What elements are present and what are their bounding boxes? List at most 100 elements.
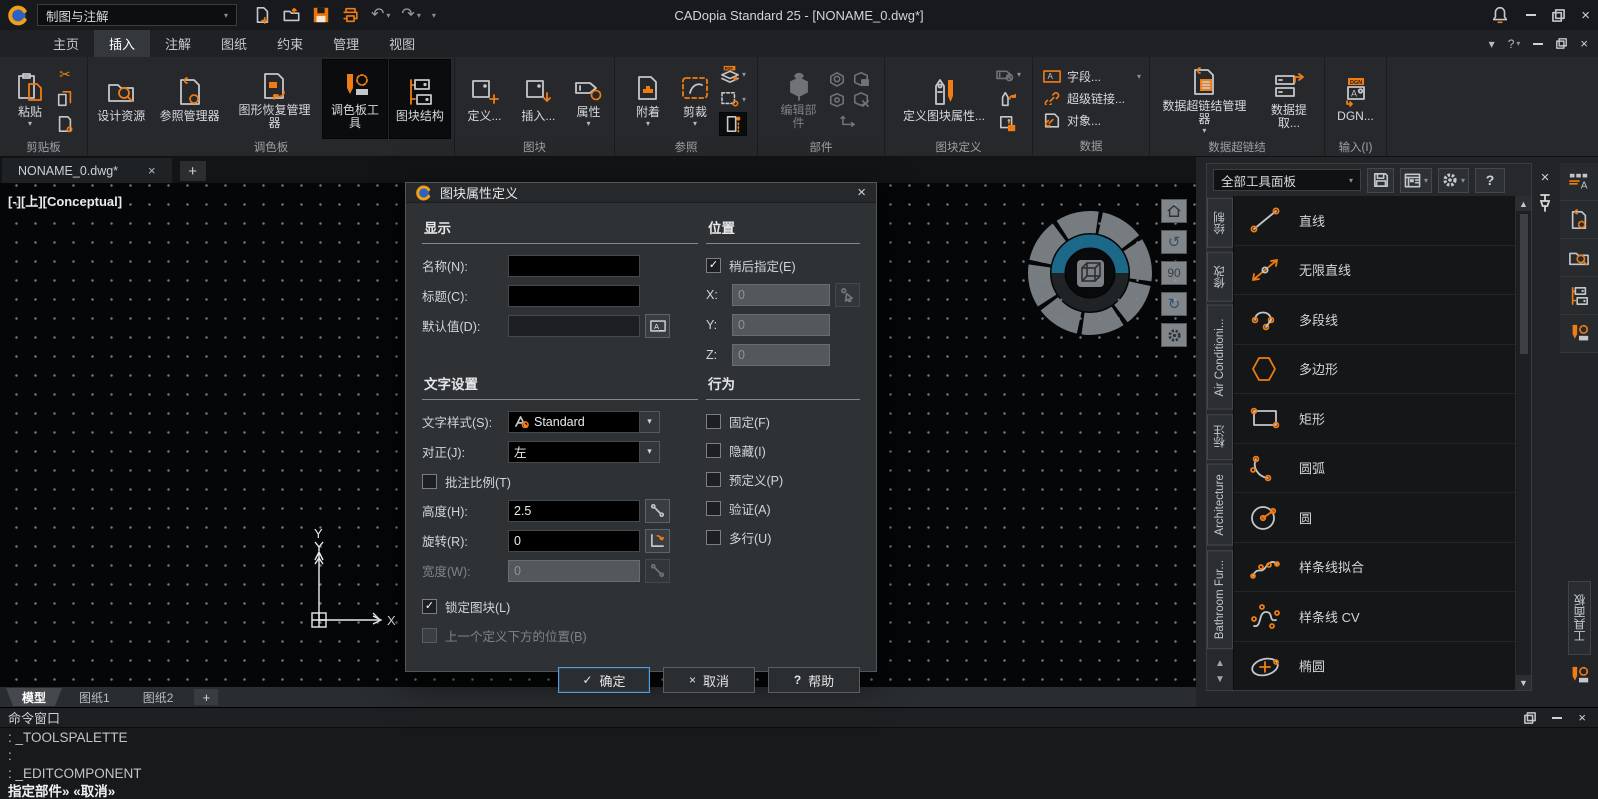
palette-close-button[interactable]: × — [1541, 170, 1550, 185]
minimize-button[interactable] — [1526, 14, 1536, 16]
palette-tab-dimension[interactable]: 标注 — [1207, 414, 1233, 460]
height-input[interactable]: 2.5 — [508, 500, 640, 522]
tool-item-spline-cv[interactable]: 样条线 CV — [1234, 592, 1515, 642]
palette-view-button[interactable]: ▾ — [1400, 168, 1432, 193]
document-tab-close-icon[interactable]: × — [148, 164, 156, 177]
component-hexbox-icon[interactable] — [828, 71, 846, 87]
attribute-display-button[interactable]: ▾ — [995, 63, 1021, 85]
tool-item-rectangle[interactable]: 矩形 — [1234, 394, 1515, 444]
component-clock-box-icon[interactable] — [852, 71, 870, 87]
rotate-cw-button[interactable]: ↻ — [1161, 292, 1187, 316]
field-button[interactable]: A 字段... ▾ — [1043, 68, 1145, 85]
scrollbar-thumb[interactable] — [1520, 214, 1528, 354]
navigation-wheel[interactable] — [1027, 210, 1153, 336]
cmd-minimize-button[interactable] — [1552, 717, 1562, 719]
sheet-tab-model[interactable]: 模型 — [6, 688, 62, 706]
pin-icon[interactable] — [1538, 194, 1552, 212]
pdf-layers-button[interactable]: PDF ▾ — [720, 63, 746, 85]
hyperlink-button[interactable]: 超级链接... — [1043, 90, 1145, 107]
attach-button[interactable]: 附着 ▾ — [626, 60, 670, 138]
restore-button[interactable] — [1552, 9, 1565, 22]
pick-height-button[interactable] — [645, 499, 670, 523]
define-block-button[interactable]: 定义... — [459, 60, 510, 138]
drawing-recovery-button[interactable]: 图形恢复管理器 — [229, 60, 320, 138]
hidden-checkbox[interactable] — [706, 443, 721, 458]
text-style-dropdown[interactable]: Standard ▾ — [508, 411, 660, 433]
fixed-checkbox-row[interactable]: 固定(F) — [706, 410, 860, 433]
clip-button[interactable]: 剪裁 ▾ — [673, 60, 717, 138]
validate-checkbox[interactable] — [706, 501, 721, 516]
reference-manager-launcher-button[interactable] — [1560, 201, 1598, 239]
multiline-checkbox-row[interactable]: 多行(U) — [706, 526, 860, 549]
rotation-input[interactable]: 0 — [508, 530, 640, 552]
component-delete-icon[interactable] — [852, 92, 870, 108]
save-button[interactable] — [312, 6, 330, 24]
predefined-checkbox[interactable] — [706, 472, 721, 487]
copy-button[interactable] — [53, 88, 77, 110]
tool-item-circle[interactable]: 圆 — [1234, 493, 1515, 543]
palette-tools-bottom-button[interactable] — [1560, 661, 1598, 691]
tab-view[interactable]: 视图 — [374, 30, 430, 57]
block-structure-button[interactable]: 图块结构 — [390, 60, 450, 138]
palette-tab-bathroom[interactable]: Bathroom Fur... — [1207, 550, 1233, 649]
design-resources-launcher-button[interactable] — [1560, 239, 1598, 277]
palette-settings-button[interactable]: ▾ — [1438, 168, 1469, 193]
tab-sheet[interactable]: 图纸 — [206, 30, 262, 57]
chevron-down-icon[interactable]: ▾ — [640, 411, 660, 433]
help-button[interactable]: ? 帮助 — [768, 667, 860, 693]
scroll-up-icon[interactable]: ▲ — [1215, 658, 1225, 669]
attributes-button[interactable]: 属性 ▾ — [567, 60, 610, 138]
tool-panel-collapsed-tab[interactable]: 工具面板 — [1568, 581, 1591, 655]
cut-button[interactable]: ✂ — [53, 63, 77, 85]
tab-home[interactable]: 主页 — [38, 30, 94, 57]
command-prompt[interactable]: 指定部件» «取消» — [8, 783, 1590, 799]
insert-field-button[interactable]: A_ — [645, 314, 670, 338]
caption-input[interactable] — [508, 285, 640, 307]
clip-frame-button[interactable]: ▾ — [720, 88, 746, 110]
command-history[interactable]: : _TOOLSPALETTE : : _EDITCOMPONENT 指定部件»… — [0, 728, 1598, 799]
redo-button[interactable]: ↷ ▾ — [401, 7, 420, 23]
open-file-button[interactable] — [282, 6, 301, 24]
name-input[interactable] — [508, 255, 640, 277]
tool-palettes-launcher-button[interactable]: A — [1560, 163, 1598, 201]
palette-help-button[interactable]: ? — [1475, 168, 1505, 193]
palette-tab-architecture[interactable]: Architecture — [1207, 464, 1233, 546]
tool-item-infinite-line[interactable]: 无限直线 — [1234, 246, 1515, 296]
cancel-button[interactable]: × 取消 — [663, 667, 755, 693]
paste-button[interactable]: 粘贴 ▾ — [10, 60, 50, 138]
ok-button[interactable]: ✓ 确定 — [558, 667, 650, 693]
component-inner-box-icon[interactable] — [828, 92, 846, 108]
tab-manage[interactable]: 管理 — [318, 30, 374, 57]
rotate-ccw-button[interactable]: ↺ — [1161, 230, 1187, 254]
lock-block-checkbox-row[interactable]: ✓ 锁定图块(L) — [422, 595, 860, 618]
new-document-tab-button[interactable]: + — [180, 161, 206, 181]
palette-tab-modify[interactable]: 修改 — [1207, 252, 1233, 302]
tool-item-line[interactable]: 直线 — [1234, 196, 1515, 246]
annotative-checkbox-row[interactable]: 批注比例(T) — [422, 470, 698, 493]
data-extract-button[interactable]: 数据提取... — [1258, 60, 1320, 138]
object-link-button[interactable]: 对象... — [1043, 112, 1145, 129]
palette-tab-air-conditioning[interactable]: Air Conditioni... — [1207, 305, 1233, 410]
new-file-button[interactable] — [253, 6, 271, 24]
collapse-ribbon-button[interactable]: ▾ — [1489, 37, 1495, 51]
attribute-schedule-button[interactable] — [995, 113, 1021, 135]
define-block-attributes-button[interactable]: 定义图块属性... — [896, 60, 992, 138]
document-tab[interactable]: NONAME_0.dwg* × — [2, 158, 172, 183]
viewport-controls-label[interactable]: [-][上][Conceptual] — [8, 191, 122, 210]
print-button[interactable] — [341, 6, 360, 24]
reference-manager-button[interactable]: 参照管理器 — [153, 60, 225, 138]
block-structure-launcher-button[interactable] — [1560, 277, 1598, 315]
annotative-checkbox[interactable] — [422, 474, 437, 489]
palette-save-button[interactable] — [1367, 168, 1394, 193]
fixed-checkbox[interactable] — [706, 414, 721, 429]
customize-toolbar-button[interactable]: ▾ — [432, 11, 436, 20]
tab-constraints[interactable]: 约束 — [262, 30, 318, 57]
component-axis-icon[interactable] — [839, 113, 859, 127]
cmd-close-button[interactable]: × — [1578, 711, 1586, 724]
frames-button[interactable] — [720, 113, 746, 135]
tool-item-spline-fit[interactable]: 样条线拟合 — [1234, 543, 1515, 593]
pick-rotation-button[interactable] — [645, 529, 670, 553]
help-button[interactable]: ? ▾ — [1508, 37, 1521, 51]
insert-block-button[interactable]: 插入... — [513, 60, 564, 138]
home-view-button[interactable] — [1161, 199, 1187, 223]
